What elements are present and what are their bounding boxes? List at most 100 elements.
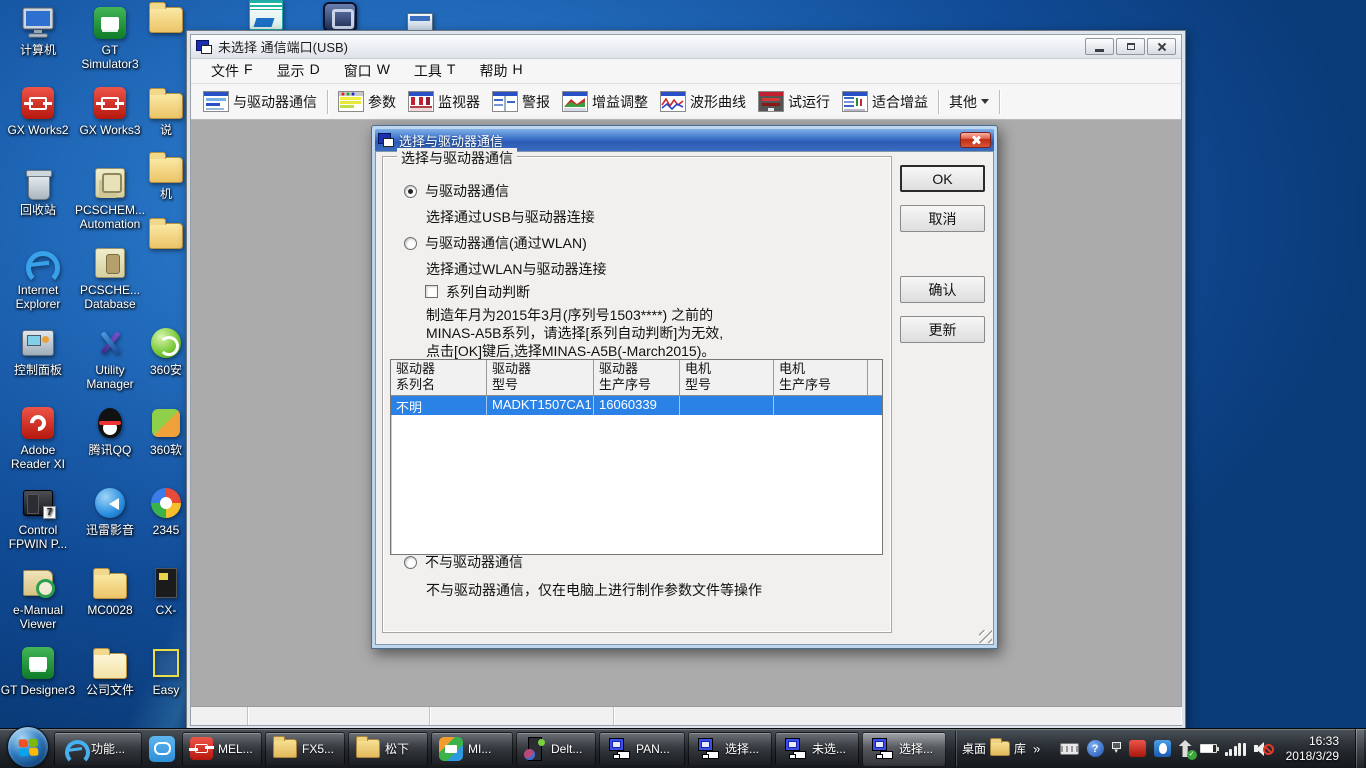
taskbar-button-panaterm[interactable]: PAN... xyxy=(599,732,685,766)
toolbar-waveform-button[interactable]: 波形曲线 xyxy=(654,88,752,115)
resize-grip[interactable] xyxy=(979,630,992,643)
toolbar-gain-tuning-button[interactable]: 增益调整 xyxy=(556,88,654,115)
gx-works3-tray-icon[interactable] xyxy=(1129,740,1146,757)
series-auto-detect-checkbox[interactable] xyxy=(425,285,438,298)
volume-muted-icon[interactable] xyxy=(1254,741,1272,757)
folder-icon xyxy=(147,0,185,34)
radio-comm-wlan-label[interactable]: 与驱动器通信(通过WLAN) xyxy=(425,233,587,253)
desktop-icon-e-manual-viewer[interactable]: e-Manual Viewer xyxy=(0,566,76,631)
desktop-icon-recycle-bin[interactable]: 回收站 xyxy=(0,166,76,217)
toolbar-fit-gain-button[interactable]: 适合增益 xyxy=(836,88,934,115)
close-button[interactable] xyxy=(1147,38,1176,55)
toolbar-monitor-button[interactable]: 监视器 xyxy=(402,88,486,115)
desktop-toolbar-label[interactable]: 桌面 xyxy=(962,740,986,757)
safely-remove-hardware-icon[interactable] xyxy=(1179,740,1192,757)
taskbar-button-panasonic-folder[interactable]: 松下 xyxy=(348,732,428,766)
radio-comm-usb[interactable] xyxy=(404,185,417,198)
toolbar-comm-button[interactable]: 与驱动器通信 xyxy=(197,88,323,115)
toolbar-overflow-chevron[interactable]: » xyxy=(1032,741,1041,757)
dialog-close-button[interactable] xyxy=(960,132,991,148)
radio-comm-wlan[interactable] xyxy=(404,237,417,250)
battery-tray-icon[interactable] xyxy=(1200,744,1217,753)
libraries-shortcut[interactable]: 库 xyxy=(986,732,1030,766)
desktop-icon-fx[interactable] xyxy=(228,0,304,32)
toolbar-parameters-button[interactable]: 参数 xyxy=(332,88,402,115)
tray-clock[interactable]: 16:33 2018/3/29 xyxy=(1280,734,1345,764)
taskbar-pinned-baidu-netdisk[interactable] xyxy=(145,732,179,766)
driver-row-selected[interactable]: 不明 MADKT1507CA1 16060339 xyxy=(391,396,882,415)
alarm-tool-icon xyxy=(492,91,518,112)
gt-simulator3-icon xyxy=(91,6,129,40)
restore-button[interactable] xyxy=(1116,38,1145,55)
panaterm-icon xyxy=(696,738,720,760)
desktop-icon-label: GT Designer3 xyxy=(1,683,75,697)
column-header-motor-serial[interactable]: 电机生产序号 xyxy=(774,360,868,395)
start-button[interactable] xyxy=(7,726,49,768)
taskbar-button-ie[interactable]: 功能... xyxy=(54,732,142,766)
column-header-driver-serial[interactable]: 驱动器生产序号 xyxy=(594,360,680,395)
menu-view[interactable]: 显示D xyxy=(265,58,332,84)
column-header-driver-series[interactable]: 驱动器系列名 xyxy=(391,360,487,395)
main-window-title: 未选择 通信端口(USB) xyxy=(218,37,348,56)
desktop-icon-gx-works2[interactable]: GX Works2 xyxy=(0,86,76,137)
no-comm-description: 不与驱动器通信，仅在电脑上进行制作参数文件等操作 xyxy=(426,580,762,600)
desktop-icon-control-fpwin[interactable]: 7 Control FPWIN P... xyxy=(0,486,76,551)
gt-designer3-icon xyxy=(19,646,57,680)
minimize-button[interactable] xyxy=(1085,38,1114,55)
qq-tray-icon[interactable] xyxy=(1154,740,1171,757)
radio-no-comm[interactable] xyxy=(404,556,417,569)
desktop-icon-computer[interactable]: 计算机 xyxy=(0,6,76,57)
monitor-tool-icon xyxy=(408,91,434,112)
toolbar-other-dropdown[interactable]: 其他 xyxy=(943,89,995,115)
taskbar-button-select-comm-2[interactable]: 选择... xyxy=(862,732,946,766)
column-header-motor-model[interactable]: 电机型号 xyxy=(680,360,774,395)
taskbar-button-pdf[interactable]: MI... xyxy=(431,732,513,766)
desktop-icon-gt-designer3[interactable]: GT Designer3 xyxy=(0,646,76,697)
taskbar-button-fx5-folder[interactable]: FX5... xyxy=(265,732,345,766)
show-desktop-button[interactable] xyxy=(1355,729,1364,768)
dialog-title: 选择与驱动器通信 xyxy=(399,131,503,150)
e-manual-viewer-icon xyxy=(19,566,57,600)
computer-icon xyxy=(19,6,57,40)
column-header-driver-model[interactable]: 驱动器型号 xyxy=(487,360,594,395)
fx-tool-icon xyxy=(247,0,285,32)
taskbar-button-unselected[interactable]: 未选... xyxy=(775,732,859,766)
menu-file[interactable]: 文件F xyxy=(199,58,265,84)
toolbar-alarm-button[interactable]: 警报 xyxy=(486,88,556,115)
desktop-icon-adobe-reader[interactable]: Adobe Reader XI xyxy=(0,406,76,471)
ok-button[interactable]: OK xyxy=(900,165,985,192)
taskbar-divider xyxy=(955,731,956,767)
windows-logo-icon xyxy=(18,738,38,756)
update-button[interactable]: 更新 xyxy=(900,316,985,343)
desktop-icon-label: 腾讯QQ xyxy=(89,443,132,457)
taskbar-button-select-comm-1[interactable]: 选择... xyxy=(688,732,772,766)
desktop-icon-internet-explorer[interactable]: Internet Explorer xyxy=(0,246,76,311)
desktop-icon-label: 回收站 xyxy=(20,203,56,217)
menu-help[interactable]: 帮助H xyxy=(467,58,534,84)
menu-tools[interactable]: 工具T xyxy=(402,58,468,84)
keyboard-tray-icon[interactable] xyxy=(1060,743,1079,755)
help-tray-icon[interactable]: ? xyxy=(1087,740,1104,757)
desktop-icon-label: 机 xyxy=(160,187,172,201)
series-auto-detect-label[interactable]: 系列自动判断 xyxy=(446,282,530,302)
toolbar-trial-run-button[interactable]: 试运行 xyxy=(752,88,836,115)
panaterm-icon xyxy=(783,738,807,760)
taskbar: 功能... MEL... FX5... 松下 MI... Delt... PAN… xyxy=(0,728,1366,768)
radio-comm-usb-label[interactable]: 与驱动器通信 xyxy=(425,181,509,201)
main-titlebar[interactable]: 未选择 通信端口(USB) xyxy=(191,35,1181,59)
desktop-icon-touch-tool[interactable] xyxy=(302,0,378,34)
driver-list[interactable]: 驱动器系列名 驱动器型号 驱动器生产序号 电机型号 电机生产序号 不明 MADK… xyxy=(390,359,883,555)
toolbar-separator xyxy=(327,90,328,114)
desktop-icon-control-panel[interactable]: 控制面板 xyxy=(0,326,76,377)
cancel-button[interactable]: 取消 xyxy=(900,205,985,232)
pdf-file-icon xyxy=(439,737,463,761)
radio-no-comm-label[interactable]: 不与驱动器通信 xyxy=(425,552,523,572)
desktop-icon-pcschematic-database[interactable]: PCSCHE... Database xyxy=(72,246,148,311)
network-signal-icon[interactable] xyxy=(1225,742,1246,756)
chevron-down-icon xyxy=(981,99,989,108)
taskbar-button-melsoft[interactable]: MEL... xyxy=(182,732,262,766)
show-hidden-icons-button[interactable]: ▾ xyxy=(1112,742,1121,755)
taskbar-button-delta[interactable]: Delt... xyxy=(516,732,596,766)
confirm-button[interactable]: 确认 xyxy=(900,276,985,303)
menu-window[interactable]: 窗口W xyxy=(332,58,402,84)
